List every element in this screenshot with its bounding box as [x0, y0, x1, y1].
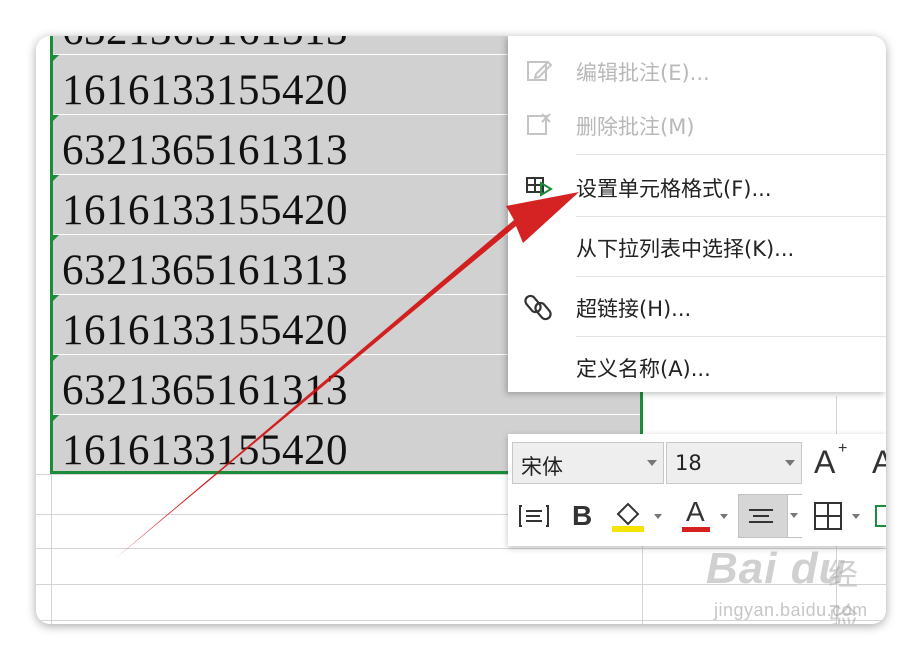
screenshot-frame: 6321365161313 1616133155420 632136516131…: [36, 36, 886, 624]
delete-comment-icon: [524, 110, 554, 140]
menu-item-format-cells[interactable]: 设置单元格格式(F)...: [508, 158, 886, 216]
menu-item-label: 定义名称(A)...: [576, 357, 711, 381]
decrease-font-size-button[interactable]: A: [866, 442, 886, 482]
chevron-down-icon: [785, 460, 795, 466]
context-menu: 编辑批注(E)... 删除批注(M) 设置单元格格式(F)... 从下拉列表中选…: [508, 36, 886, 392]
align-center-icon: [749, 509, 773, 523]
menu-separator: [576, 154, 886, 155]
menu-item-label: 编辑批注(E)...: [576, 61, 710, 85]
decrease-font-glyph: A: [872, 444, 886, 480]
font-name-select[interactable]: 宋体: [512, 442, 664, 484]
chevron-down-icon[interactable]: [852, 514, 860, 519]
spreadsheet-grid[interactable]: 6321365161313 1616133155420 632136516131…: [36, 36, 886, 624]
row-header-border: [51, 474, 52, 624]
edit-comment-icon: [524, 56, 554, 86]
wrap-text-button[interactable]: [516, 498, 552, 534]
font-size-value: 18: [675, 451, 702, 475]
font-name-value: 宋体: [521, 455, 563, 479]
bold-glyph: B: [572, 500, 593, 531]
chevron-down-icon: [647, 460, 657, 466]
more-toolbar-button[interactable]: [870, 498, 886, 534]
fill-color-button[interactable]: [608, 498, 648, 534]
plus-icon: +: [838, 440, 848, 457]
chevron-down-icon[interactable]: [654, 514, 662, 519]
menu-item-edit-comment[interactable]: 编辑批注(E)...: [508, 42, 886, 100]
menu-separator: [576, 336, 886, 337]
borders-button[interactable]: [810, 498, 846, 534]
increase-font-size-button[interactable]: A +: [812, 440, 852, 482]
watermark-url: jingyan.baidu.com: [714, 600, 868, 620]
font-color-bar-icon: [682, 527, 710, 532]
menu-item-label: 超链接(H)...: [576, 297, 692, 321]
chevron-down-icon: [790, 513, 798, 518]
mini-format-toolbar: 宋体 18 A + A B A: [508, 434, 886, 546]
menu-separator: [576, 276, 886, 277]
menu-item-hyperlink[interactable]: 超链接(H)...: [508, 278, 886, 336]
menu-item-delete-comment[interactable]: 删除批注(M): [508, 96, 886, 154]
hyperlink-icon: [524, 292, 554, 322]
watermark-brand: Bai du: [706, 544, 847, 593]
menu-item-define-name[interactable]: 定义名称(A)...: [508, 338, 886, 396]
font-color-button[interactable]: A: [678, 496, 714, 534]
wrap-text-icon: [519, 505, 549, 527]
menu-item-pick-from-list[interactable]: 从下拉列表中选择(K)...: [508, 218, 886, 276]
borders-icon: [814, 502, 842, 530]
menu-item-label: 设置单元格格式(F)...: [576, 177, 772, 201]
align-center-button[interactable]: [738, 494, 802, 538]
format-cells-icon: [524, 172, 554, 202]
merge-cells-icon: [875, 505, 886, 527]
menu-separator: [576, 216, 886, 217]
menu-item-label: 删除批注(M): [576, 115, 695, 139]
bold-button[interactable]: B: [564, 498, 600, 534]
fill-bucket-icon: [612, 502, 644, 532]
font-size-select[interactable]: 18: [666, 442, 802, 484]
baidu-watermark: Bai du 经验 jingyan.baidu.com: [696, 536, 886, 624]
chevron-down-icon[interactable]: [720, 514, 728, 519]
increase-font-glyph: A: [814, 444, 836, 480]
menu-item-label: 从下拉列表中选择(K)...: [576, 237, 795, 261]
